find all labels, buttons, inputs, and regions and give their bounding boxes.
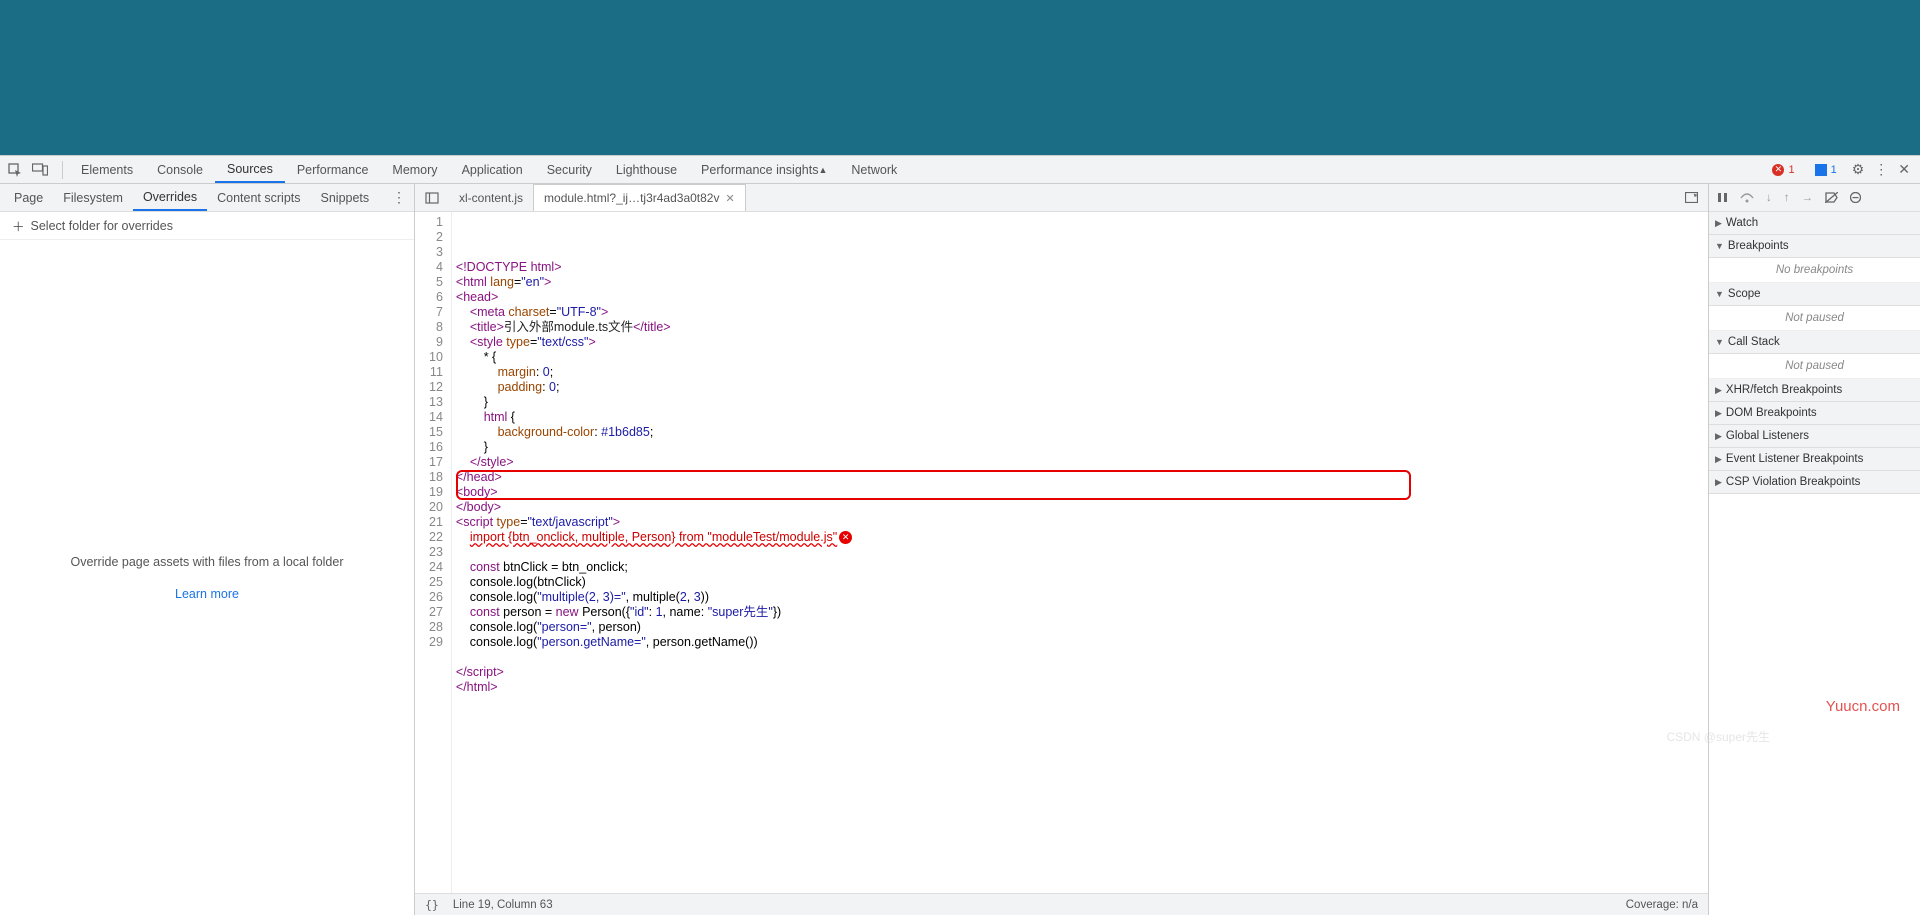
- pretty-print-icon[interactable]: {}: [425, 898, 439, 912]
- debugger-toolbar: ↓ ↑ →: [1709, 184, 1920, 212]
- file-nav-icon[interactable]: [415, 192, 449, 204]
- section-xhr-fetch-breakpoints[interactable]: ▶XHR/fetch Breakpoints: [1709, 379, 1920, 402]
- section-event-listener-breakpoints[interactable]: ▶Event Listener Breakpoints: [1709, 448, 1920, 471]
- chevron-icon: ▶: [1715, 477, 1722, 488]
- nav-tab-content-scripts[interactable]: Content scripts: [207, 184, 310, 211]
- main-tab-performance-insights[interactable]: Performance insights ▲: [689, 156, 839, 183]
- plus-icon: ＋: [12, 216, 25, 235]
- nav-tab-overrides[interactable]: Overrides: [133, 184, 207, 211]
- section-call-stack[interactable]: ▼Call Stack: [1709, 331, 1920, 354]
- step-icon[interactable]: →: [1802, 192, 1814, 204]
- main-tab-application[interactable]: Application: [450, 156, 535, 183]
- close-devtools-icon[interactable]: ✕: [1898, 161, 1910, 178]
- error-badge[interactable]: ✕1: [1767, 163, 1799, 177]
- error-marker-icon[interactable]: ✕: [839, 531, 852, 544]
- file-tabs: xl-content.jsmodule.html?_ij…tj3r4ad3a0t…: [415, 184, 1708, 212]
- issue-badge[interactable]: 1: [1810, 163, 1842, 177]
- file-tab[interactable]: xl-content.js: [449, 184, 533, 211]
- chevron-icon: ▶: [1715, 431, 1722, 442]
- editor-status-bar: {} Line 19, Column 63 Coverage: n/a: [415, 893, 1708, 915]
- nav-more-icon[interactable]: ⋮: [392, 189, 406, 206]
- chevron-icon: ▼: [1715, 337, 1724, 347]
- close-tab-icon[interactable]: ✕: [725, 192, 734, 205]
- section-csp-violation-breakpoints[interactable]: ▶CSP Violation Breakpoints: [1709, 471, 1920, 494]
- nav-tab-snippets[interactable]: Snippets: [311, 184, 380, 211]
- watermark-2: CSDN @super先生: [1666, 728, 1770, 745]
- chevron-icon: ▶: [1715, 218, 1722, 229]
- code-content[interactable]: <!DOCTYPE html><html lang="en"><head> <m…: [452, 212, 1708, 893]
- expand-editor-icon[interactable]: [1675, 192, 1708, 203]
- step-over-icon[interactable]: [1740, 192, 1754, 203]
- main-tab-sources[interactable]: Sources: [215, 156, 285, 183]
- main-tab-network[interactable]: Network: [839, 156, 909, 183]
- main-tabs: ElementsConsoleSourcesPerformanceMemoryA…: [69, 156, 909, 183]
- section-watch[interactable]: ▶Watch: [1709, 212, 1920, 235]
- chevron-icon: ▶: [1715, 385, 1722, 396]
- overrides-message: Override page assets with files from a l…: [70, 555, 343, 569]
- cursor-position: Line 19, Column 63: [453, 899, 553, 911]
- section-scope[interactable]: ▼Scope: [1709, 283, 1920, 306]
- debugger-pane: ↓ ↑ → ▶Watch▼BreakpointsNo breakpoints▼S…: [1708, 184, 1920, 915]
- editor-pane: xl-content.jsmodule.html?_ij…tj3r4ad3a0t…: [415, 184, 1708, 915]
- section-body: Not paused: [1709, 354, 1920, 379]
- line-gutter: 1234567891011121314151617181920212223242…: [415, 212, 452, 893]
- main-tab-lighthouse[interactable]: Lighthouse: [604, 156, 689, 183]
- pause-exceptions-icon[interactable]: [1850, 192, 1861, 203]
- step-into-icon[interactable]: ↓: [1766, 192, 1772, 204]
- select-folder-label: Select folder for overrides: [31, 219, 173, 233]
- main-tab-elements[interactable]: Elements: [69, 156, 145, 183]
- main-tab-console[interactable]: Console: [145, 156, 215, 183]
- error-highlight-box: [456, 470, 1411, 500]
- learn-more-link[interactable]: Learn more: [175, 587, 239, 601]
- code-editor[interactable]: 1234567891011121314151617181920212223242…: [415, 212, 1708, 893]
- main-toolbar: ElementsConsoleSourcesPerformanceMemoryA…: [0, 156, 1920, 184]
- device-toggle-icon[interactable]: [32, 163, 48, 177]
- section-dom-breakpoints[interactable]: ▶DOM Breakpoints: [1709, 402, 1920, 425]
- inspect-icon[interactable]: [8, 163, 22, 177]
- step-out-icon[interactable]: ↑: [1784, 192, 1790, 204]
- main-tab-performance[interactable]: Performance: [285, 156, 381, 183]
- page-background: [0, 0, 1920, 155]
- section-breakpoints[interactable]: ▼Breakpoints: [1709, 235, 1920, 258]
- more-icon[interactable]: ⋮: [1874, 161, 1888, 178]
- devtools-panel: ElementsConsoleSourcesPerformanceMemoryA…: [0, 155, 1920, 915]
- section-global-listeners[interactable]: ▶Global Listeners: [1709, 425, 1920, 448]
- select-folder-button[interactable]: ＋ Select folder for overrides: [0, 212, 414, 240]
- deactivate-breakpoints-icon[interactable]: [1825, 192, 1838, 203]
- file-tab[interactable]: module.html?_ij…tj3r4ad3a0t82v✕: [533, 184, 746, 211]
- main-tab-security[interactable]: Security: [535, 156, 604, 183]
- nav-tab-filesystem[interactable]: Filesystem: [53, 184, 133, 211]
- navigator-tabs: PageFilesystemOverridesContent scriptsSn…: [0, 184, 414, 212]
- main-tab-memory[interactable]: Memory: [380, 156, 449, 183]
- settings-icon[interactable]: ⚙: [1852, 161, 1865, 178]
- chevron-icon: ▶: [1715, 408, 1722, 419]
- chevron-icon: ▶: [1715, 454, 1722, 465]
- watermark: Yuucn.com: [1826, 698, 1900, 715]
- chevron-icon: ▼: [1715, 241, 1724, 251]
- section-body: No breakpoints: [1709, 258, 1920, 283]
- section-body: Not paused: [1709, 306, 1920, 331]
- chevron-icon: ▼: [1715, 289, 1724, 299]
- nav-tab-page[interactable]: Page: [4, 184, 53, 211]
- pause-icon[interactable]: [1717, 192, 1728, 203]
- navigator-pane: PageFilesystemOverridesContent scriptsSn…: [0, 184, 415, 915]
- coverage-status: Coverage: n/a: [1626, 899, 1698, 911]
